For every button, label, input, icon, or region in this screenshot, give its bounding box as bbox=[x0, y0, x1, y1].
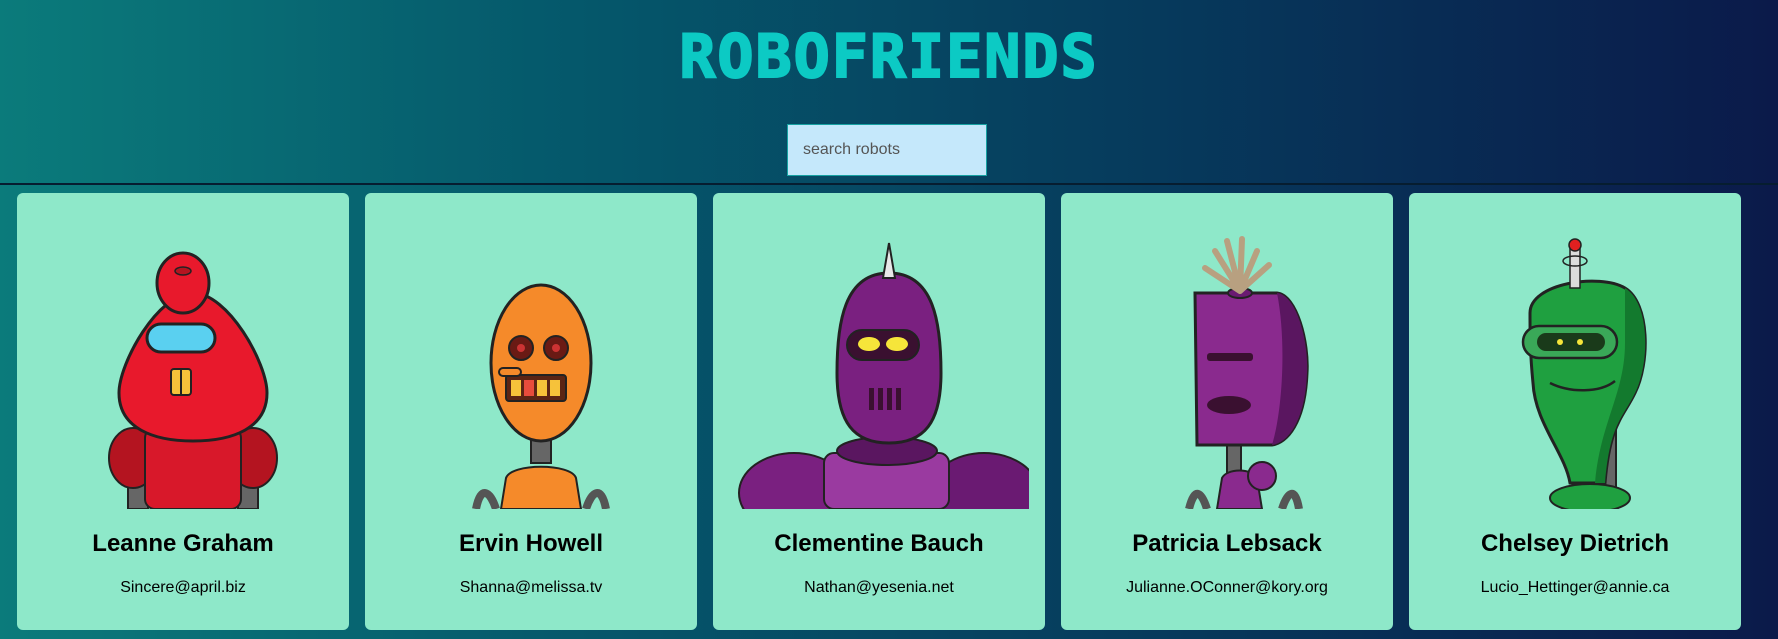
robot-name: Chelsey Dietrich bbox=[1480, 530, 1670, 557]
header-divider bbox=[0, 183, 1778, 185]
robot-name: Patricia Lebsack bbox=[1132, 530, 1322, 557]
robot-name: Ervin Howell bbox=[458, 530, 604, 557]
robot-card[interactable]: Patricia Lebsack Julianne.OConner@kory.o… bbox=[1061, 193, 1393, 630]
robot-card[interactable]: Clementine Bauch Nathan@yesenia.net bbox=[713, 193, 1045, 630]
robot-image bbox=[1185, 236, 1309, 509]
robot-image bbox=[472, 283, 610, 509]
app-header: ROBOFRIENDS bbox=[0, 0, 1778, 184]
robot-card[interactable]: Leanne Graham Sincere@april.biz bbox=[17, 193, 349, 630]
robot-image bbox=[108, 251, 278, 509]
robot-card[interactable]: Ervin Howell Shanna@melissa.tv bbox=[365, 193, 697, 630]
robot-image bbox=[738, 242, 1029, 509]
robot-image bbox=[1521, 238, 1647, 509]
robot-email: Julianne.OConner@kory.org bbox=[1126, 579, 1328, 596]
robot-name: Leanne Graham bbox=[92, 530, 274, 557]
robot-card-list: Leanne Graham Sincere@april.biz Ervin Ho… bbox=[17, 193, 1761, 630]
search-input[interactable] bbox=[787, 124, 987, 176]
app-title: ROBOFRIENDS bbox=[678, 21, 1099, 93]
robot-name: Clementine Bauch bbox=[774, 530, 984, 557]
robot-email: Shanna@melissa.tv bbox=[459, 579, 603, 596]
robot-email: Sincere@april.biz bbox=[120, 579, 246, 596]
robot-email: Nathan@yesenia.net bbox=[804, 579, 954, 596]
robot-card[interactable]: Chelsey Dietrich Lucio_Hettinger@annie.c… bbox=[1409, 193, 1741, 630]
robot-email: Lucio_Hettinger@annie.ca bbox=[1480, 579, 1670, 596]
